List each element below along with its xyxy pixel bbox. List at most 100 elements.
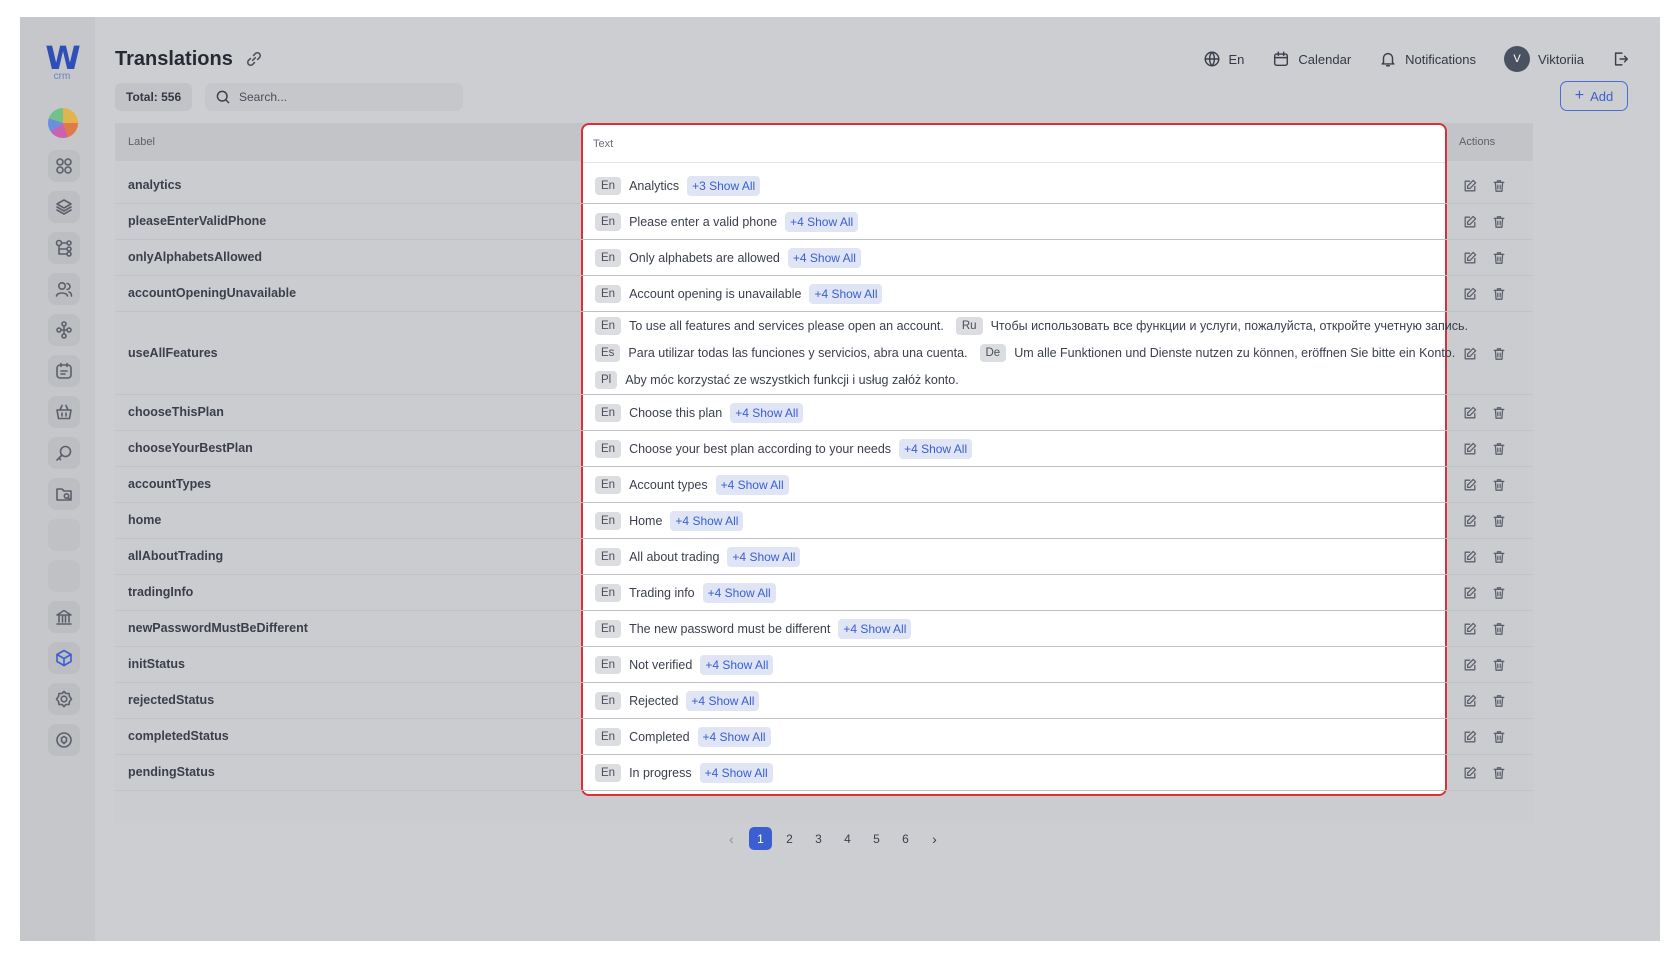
table-row[interactable]: useAllFeatures En To use all features and … bbox=[115, 312, 1533, 395]
show-all-link[interactable]: +4 Show All bbox=[700, 655, 774, 675]
show-all-link[interactable]: +4 Show All bbox=[670, 511, 744, 531]
sidebar-item-security[interactable] bbox=[48, 724, 80, 756]
sidebar-item-blank[interactable] bbox=[48, 560, 80, 592]
sidebar-item-folder[interactable] bbox=[48, 478, 80, 510]
delete-icon[interactable] bbox=[1491, 621, 1507, 642]
sidebar-item-network[interactable] bbox=[48, 314, 80, 346]
show-all-link[interactable]: +4 Show All bbox=[809, 284, 883, 304]
edit-icon[interactable] bbox=[1462, 765, 1478, 786]
table-row[interactable]: pleaseEnterValidPhone En Please enter a va… bbox=[115, 204, 1533, 240]
delete-icon[interactable] bbox=[1491, 765, 1507, 786]
delete-icon[interactable] bbox=[1491, 346, 1507, 367]
column-text[interactable]: Text bbox=[583, 125, 1445, 163]
sidebar-item-layers[interactable] bbox=[48, 191, 80, 223]
table-row[interactable]: initStatus En Not verified +4 Show All bbox=[115, 647, 1533, 683]
edit-icon[interactable] bbox=[1462, 729, 1478, 750]
edit-icon[interactable] bbox=[1462, 621, 1478, 642]
delete-icon[interactable] bbox=[1491, 178, 1507, 199]
search-box[interactable] bbox=[205, 83, 463, 111]
edit-icon[interactable] bbox=[1462, 657, 1478, 678]
table-row[interactable]: rejectedStatus En Rejected +4 Show All bbox=[115, 683, 1533, 719]
table-row[interactable]: accountOpeningUnavailable En Account openi… bbox=[115, 276, 1533, 312]
notifications-button[interactable]: Notifications bbox=[1379, 50, 1476, 68]
edit-icon[interactable] bbox=[1462, 477, 1478, 498]
table-row[interactable]: accountTypes En Account types +4 Show All bbox=[115, 467, 1533, 503]
page-2-button[interactable]: 2 bbox=[778, 827, 801, 850]
table-row[interactable]: onlyAlphabetsAllowed En Only alphabets are… bbox=[115, 240, 1533, 276]
language-selector[interactable]: En bbox=[1203, 50, 1244, 68]
delete-icon[interactable] bbox=[1491, 657, 1507, 678]
page-1-button[interactable]: 1 bbox=[749, 827, 772, 850]
page-6-button[interactable]: 6 bbox=[894, 827, 917, 850]
page-4-button[interactable]: 4 bbox=[836, 827, 859, 850]
sidebar-item-key-search[interactable] bbox=[48, 437, 80, 469]
show-all-link[interactable]: +4 Show All bbox=[787, 248, 861, 268]
edit-icon[interactable] bbox=[1462, 405, 1478, 426]
sidebar-item-blank[interactable] bbox=[48, 519, 80, 551]
delete-icon[interactable] bbox=[1491, 405, 1507, 426]
edit-icon[interactable] bbox=[1462, 346, 1478, 367]
logo[interactable]: W crm bbox=[44, 42, 80, 82]
edit-icon[interactable] bbox=[1462, 250, 1478, 271]
table-row[interactable]: analytics En Analytics +3 Show All bbox=[115, 168, 1533, 204]
sidebar-item-users[interactable] bbox=[48, 273, 80, 305]
table-row[interactable]: pendingStatus En In progress +4 Show All bbox=[115, 755, 1533, 791]
table-row[interactable]: chooseYourBestPlan En Choose your best pla… bbox=[115, 431, 1533, 467]
sidebar-item-tasks[interactable] bbox=[48, 355, 80, 387]
table-row[interactable]: chooseThisPlan En Choose this plan +4 Show … bbox=[115, 395, 1533, 431]
show-all-link[interactable]: +4 Show All bbox=[686, 691, 760, 711]
sidebar-item-translations[interactable] bbox=[48, 642, 80, 674]
edit-icon[interactable] bbox=[1462, 286, 1478, 307]
edit-icon[interactable] bbox=[1462, 441, 1478, 462]
delete-icon[interactable] bbox=[1491, 729, 1507, 750]
delete-icon[interactable] bbox=[1491, 441, 1507, 462]
edit-icon[interactable] bbox=[1462, 513, 1478, 534]
delete-icon[interactable] bbox=[1491, 250, 1507, 271]
delete-icon[interactable] bbox=[1491, 477, 1507, 498]
show-all-link[interactable]: +4 Show All bbox=[785, 212, 859, 232]
page-3-button[interactable]: 3 bbox=[807, 827, 830, 850]
calendar-button[interactable]: Calendar bbox=[1272, 50, 1351, 68]
show-all-link[interactable]: +3 Show All bbox=[687, 176, 761, 196]
delete-icon[interactable] bbox=[1491, 286, 1507, 307]
show-all-link[interactable]: +4 Show All bbox=[727, 547, 801, 567]
show-all-link[interactable]: +4 Show All bbox=[730, 403, 804, 423]
show-all-link[interactable]: +4 Show All bbox=[697, 727, 771, 747]
delete-icon[interactable] bbox=[1491, 693, 1507, 714]
user-menu[interactable]: V Viktoriia bbox=[1503, 46, 1584, 72]
delete-icon[interactable] bbox=[1491, 214, 1507, 235]
sidebar-item-basket[interactable] bbox=[48, 396, 80, 428]
add-button[interactable]: + Add bbox=[1560, 81, 1628, 111]
show-all-link[interactable]: +4 Show All bbox=[715, 475, 789, 495]
table-row[interactable]: tradingInfo En Trading info +4 Show All bbox=[115, 575, 1533, 611]
page-5-button[interactable]: 5 bbox=[865, 827, 888, 850]
logout-button[interactable] bbox=[1612, 50, 1630, 68]
sidebar-item-hierarchy[interactable] bbox=[48, 232, 80, 264]
search-input[interactable] bbox=[239, 90, 439, 104]
edit-icon[interactable] bbox=[1462, 693, 1478, 714]
table-row[interactable]: allAboutTrading En All about trading +4 Sho… bbox=[115, 539, 1533, 575]
show-all-link[interactable]: +4 Show All bbox=[702, 583, 776, 603]
show-all-link[interactable]: +4 Show All bbox=[699, 763, 773, 783]
edit-icon[interactable] bbox=[1462, 178, 1478, 199]
color-wheel-icon[interactable] bbox=[48, 108, 78, 138]
column-label[interactable]: Label bbox=[128, 136, 155, 148]
user-name: Viktoriia bbox=[1537, 51, 1584, 67]
sidebar-item-dashboard[interactable] bbox=[48, 150, 80, 182]
sidebar-item-bank[interactable] bbox=[48, 601, 80, 633]
prev-page-button[interactable]: ‹ bbox=[720, 827, 743, 850]
delete-icon[interactable] bbox=[1491, 585, 1507, 606]
edit-icon[interactable] bbox=[1462, 585, 1478, 606]
edit-icon[interactable] bbox=[1462, 549, 1478, 570]
table-row[interactable]: home En Home +4 Show All bbox=[115, 503, 1533, 539]
next-page-button[interactable]: › bbox=[923, 827, 946, 850]
table-row[interactable]: completedStatus En Completed +4 Show All bbox=[115, 719, 1533, 755]
sidebar-item-settings[interactable] bbox=[48, 683, 80, 715]
delete-icon[interactable] bbox=[1491, 513, 1507, 534]
table-row[interactable]: newPasswordMustBeDifferent En The new pass… bbox=[115, 611, 1533, 647]
link-icon[interactable] bbox=[245, 50, 263, 68]
show-all-link[interactable]: +4 Show All bbox=[899, 439, 973, 459]
edit-icon[interactable] bbox=[1462, 214, 1478, 235]
delete-icon[interactable] bbox=[1491, 549, 1507, 570]
show-all-link[interactable]: +4 Show All bbox=[838, 619, 912, 639]
